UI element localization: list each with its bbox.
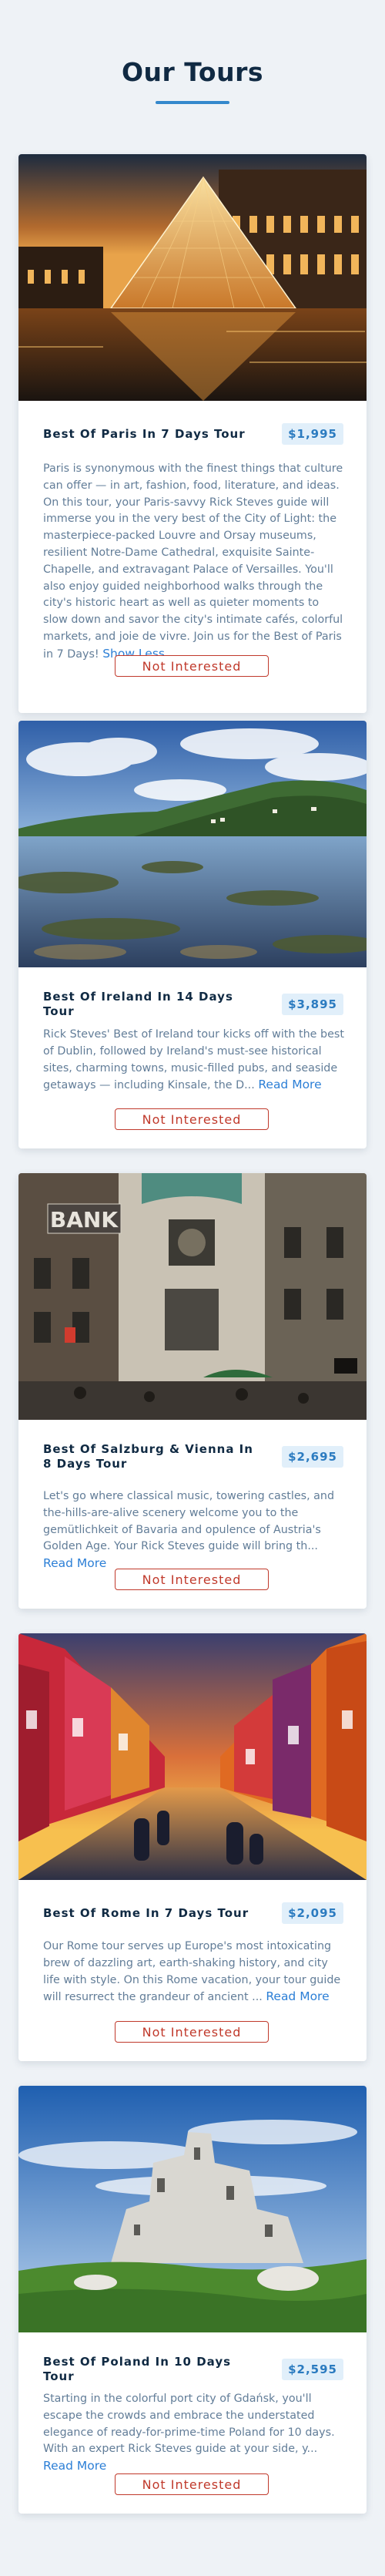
tour-image bbox=[18, 1633, 367, 1880]
tour-image: BANK bbox=[18, 1173, 367, 1420]
price-badge: $2,695 bbox=[282, 1446, 343, 1468]
tours-page: Our Tours Best Of Paris In 7 Days Tour $… bbox=[0, 0, 385, 2576]
tour-header: Best Of Rome In 7 Days Tour $2,095 bbox=[43, 1902, 343, 1924]
tour-name: Best Of Poland In 10 Days Tour bbox=[43, 2355, 232, 2383]
irish-coast-photo bbox=[18, 721, 367, 967]
tour-card: Best Of Poland In 10 Days Tour $2,595 St… bbox=[18, 2086, 367, 2514]
tour-name: Best Of Ireland In 14 Days Tour bbox=[43, 990, 233, 1018]
page-title: Our Tours bbox=[121, 57, 264, 87]
tour-card: BANK Best Of Salzburg & Vienna In 8 Days… bbox=[18, 1173, 367, 1609]
vienna-street-photo: BANK bbox=[18, 1173, 367, 1420]
tour-name: Best Of Salzburg & Vienna In 8 Days Tour bbox=[43, 1442, 253, 1471]
tour-description: Starting in the colorful port city of Gd… bbox=[43, 2391, 345, 2476]
tour-description: Rick Steves' Best of Ireland tour kicks … bbox=[43, 1027, 345, 1095]
price-badge: $3,895 bbox=[282, 994, 343, 1015]
tour-header: Best Of Paris In 7 Days Tour $1,995 bbox=[43, 423, 343, 445]
tour-info: Let's go where classical music, towering… bbox=[43, 1490, 335, 1553]
read-more-button[interactable]: Read More bbox=[258, 1078, 321, 1091]
castle-ruins-photo bbox=[18, 2086, 367, 2332]
tour-card: Best Of Rome In 7 Days Tour $2,095 Our R… bbox=[18, 1633, 367, 2061]
tour-header: Best Of Ireland In 14 Days Tour $3,895 bbox=[43, 990, 343, 1019]
read-more-button[interactable]: Read More bbox=[43, 1556, 106, 1570]
tour-name: Best Of Paris In 7 Days Tour bbox=[43, 426, 246, 441]
tour-description: Our Rome tour serves up Europe's most in… bbox=[43, 1939, 345, 2006]
not-interested-button[interactable]: Not Interested bbox=[115, 1569, 269, 1590]
louvre-pyramid-photo bbox=[18, 154, 367, 401]
tour-description: Paris is synonymous with the finest thin… bbox=[43, 461, 345, 664]
tour-description: Let's go where classical music, towering… bbox=[43, 1488, 345, 1573]
tour-header: Best Of Poland In 10 Days Tour $2,595 bbox=[43, 2355, 343, 2384]
not-interested-button[interactable]: Not Interested bbox=[115, 1108, 269, 1130]
tour-image bbox=[18, 721, 367, 967]
tour-header: Best Of Salzburg & Vienna In 8 Days Tour… bbox=[43, 1442, 343, 1471]
read-more-button[interactable]: Read More bbox=[266, 1989, 329, 2003]
tour-info: Paris is synonymous with the finest thin… bbox=[43, 462, 343, 661]
burano-canal-photo bbox=[18, 1633, 367, 1880]
tour-info: Starting in the colorful port city of Gd… bbox=[43, 2393, 335, 2456]
tour-name: Best Of Rome In 7 Days Tour bbox=[43, 1905, 249, 1920]
price-badge: $2,095 bbox=[282, 1902, 343, 1924]
tour-image bbox=[18, 154, 367, 401]
tour-card: Best Of Ireland In 14 Days Tour $3,895 R… bbox=[18, 721, 367, 1148]
bank-sign: BANK bbox=[50, 1207, 119, 1233]
not-interested-button[interactable]: Not Interested bbox=[115, 2473, 269, 2495]
price-badge: $2,595 bbox=[282, 2359, 343, 2380]
tour-image bbox=[18, 2086, 367, 2332]
not-interested-button[interactable]: Not Interested bbox=[115, 655, 269, 677]
price-badge: $1,995 bbox=[282, 423, 343, 445]
not-interested-button[interactable]: Not Interested bbox=[115, 2021, 269, 2043]
read-more-button[interactable]: Read More bbox=[43, 2459, 106, 2473]
title-underline bbox=[156, 101, 229, 104]
tour-card: Best Of Paris In 7 Days Tour $1,995 Pari… bbox=[18, 154, 367, 713]
